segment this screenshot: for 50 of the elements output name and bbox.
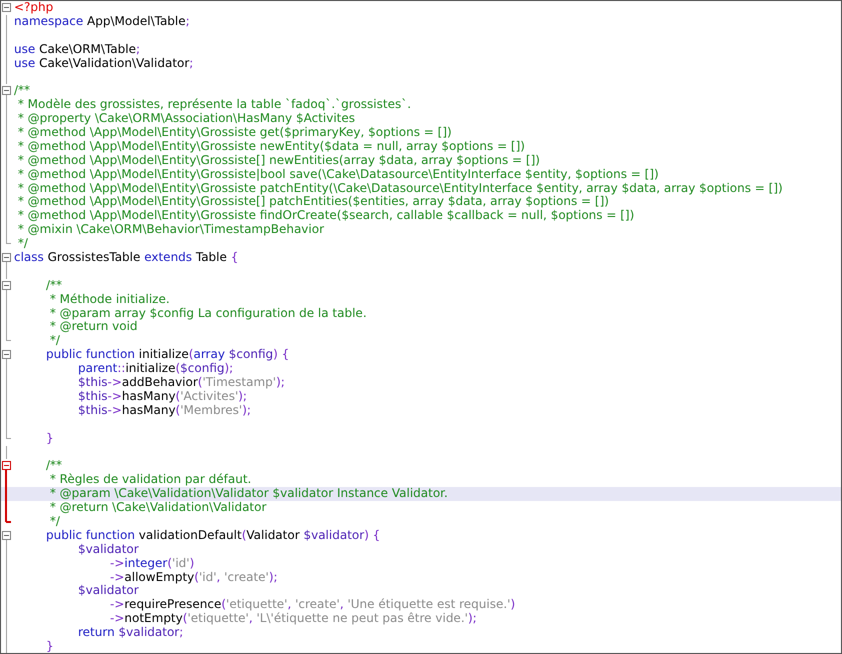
code-line: } [45, 432, 54, 446]
code-line: use Cake\Validation\Validator; [13, 56, 194, 70]
code-line: * @property \Cake\ORM\Association\HasMany $Activites [16, 112, 355, 126]
code-line: * Méthode initialize. [48, 292, 170, 307]
code-line: /** [13, 84, 30, 98]
fold-toggle[interactable] [2, 3, 11, 12]
code-line: $this->hasMany('Membres'); [77, 404, 251, 418]
fold-toggle[interactable] [2, 86, 11, 96]
code-line: */ [48, 514, 60, 529]
code-line: * @method \App\Model\Entity\Grossiste findOrCreate($search, callable $callback = null, $options = []) [16, 209, 634, 224]
code-line: $validator [77, 584, 139, 598]
code-line: <?php [13, 1, 54, 15]
code-line: $this->hasMany('Activites'); [77, 390, 247, 404]
code-line: * Règles de validation par défaut. [48, 473, 252, 488]
code-line: * @method \App\Model\Entity\Grossiste[] newEntities(array $data, array $options = []) [16, 154, 540, 168]
code-editor[interactable] [0, 0, 842, 654]
fold-toggle[interactable] [2, 461, 11, 470]
code-line: return $validator; [77, 626, 184, 640]
code-line: /** [45, 459, 62, 473]
code-line: } [45, 640, 54, 653]
code-line: ->requirePresence('etiquette', 'create', 'Une étiquette est requise.') [109, 598, 516, 612]
code-line: */ [16, 237, 28, 252]
code-line: ->notEmpty('etiquette', 'L\'étiquette ne peut pas être vide.'); [109, 612, 477, 626]
code-line: * @method \App\Model\Entity\Grossiste patchEntity(\Cake\Datasource\EntityInterface $entity, array $data, array $options = []) [16, 182, 783, 196]
code-line: ->integer('id') [109, 556, 194, 571]
code-line: * @method \App\Model\Entity\Grossiste|bool save(\Cake\Datasource\EntityInterface $entity, $options = []) [16, 168, 659, 182]
fold-toggle[interactable] [2, 350, 11, 360]
code-line: * @return \Cake\Validation\Validator [48, 501, 266, 515]
code-line: * Modèle des grossistes, représente la table `fadoq`.`grossistes`. [16, 98, 412, 112]
code-line: ->allowEmpty('id', 'create'); [109, 570, 278, 584]
code-line: * @param array $config La configuration de la table. [48, 306, 367, 320]
code-line: namespace App\Model\Table; [13, 14, 190, 29]
code-line: * @mixin \Cake\ORM\Behavior\TimestampBehavior [16, 223, 324, 238]
code-line: $this->addBehavior('Timestamp'); [77, 376, 285, 390]
code-line: use Cake\ORM\Table; [13, 42, 140, 57]
fold-toggle[interactable] [2, 253, 11, 262]
code-line: * @method \App\Model\Entity\Grossiste get($primaryKey, $options = []) [16, 126, 452, 140]
code-line: /** [45, 278, 62, 293]
code-line: $validator [77, 542, 139, 557]
fold-toggle[interactable] [2, 280, 11, 290]
code-line: * @param \Cake\Validation\Validator $validator Instance Validator. [48, 487, 448, 502]
code-line: * @method \App\Model\Entity\Grossiste newEntity($data = null, array $options = []) [16, 140, 525, 154]
code-line: */ [48, 334, 60, 348]
fold-toggle[interactable] [2, 530, 11, 540]
code-line: * @return void [48, 320, 138, 334]
code-line: class GrossistesTable extends Table { [13, 251, 238, 265]
code-line: * @method \App\Model\Entity\Grossiste[] patchEntities($entities, array $data, array $options = []) [16, 195, 609, 210]
code-line: parent::initialize($config); [77, 362, 234, 376]
code-line: public function validationDefault(Validator $validator) { [45, 528, 380, 543]
code-line: public function initialize(array $config) { [45, 348, 290, 362]
